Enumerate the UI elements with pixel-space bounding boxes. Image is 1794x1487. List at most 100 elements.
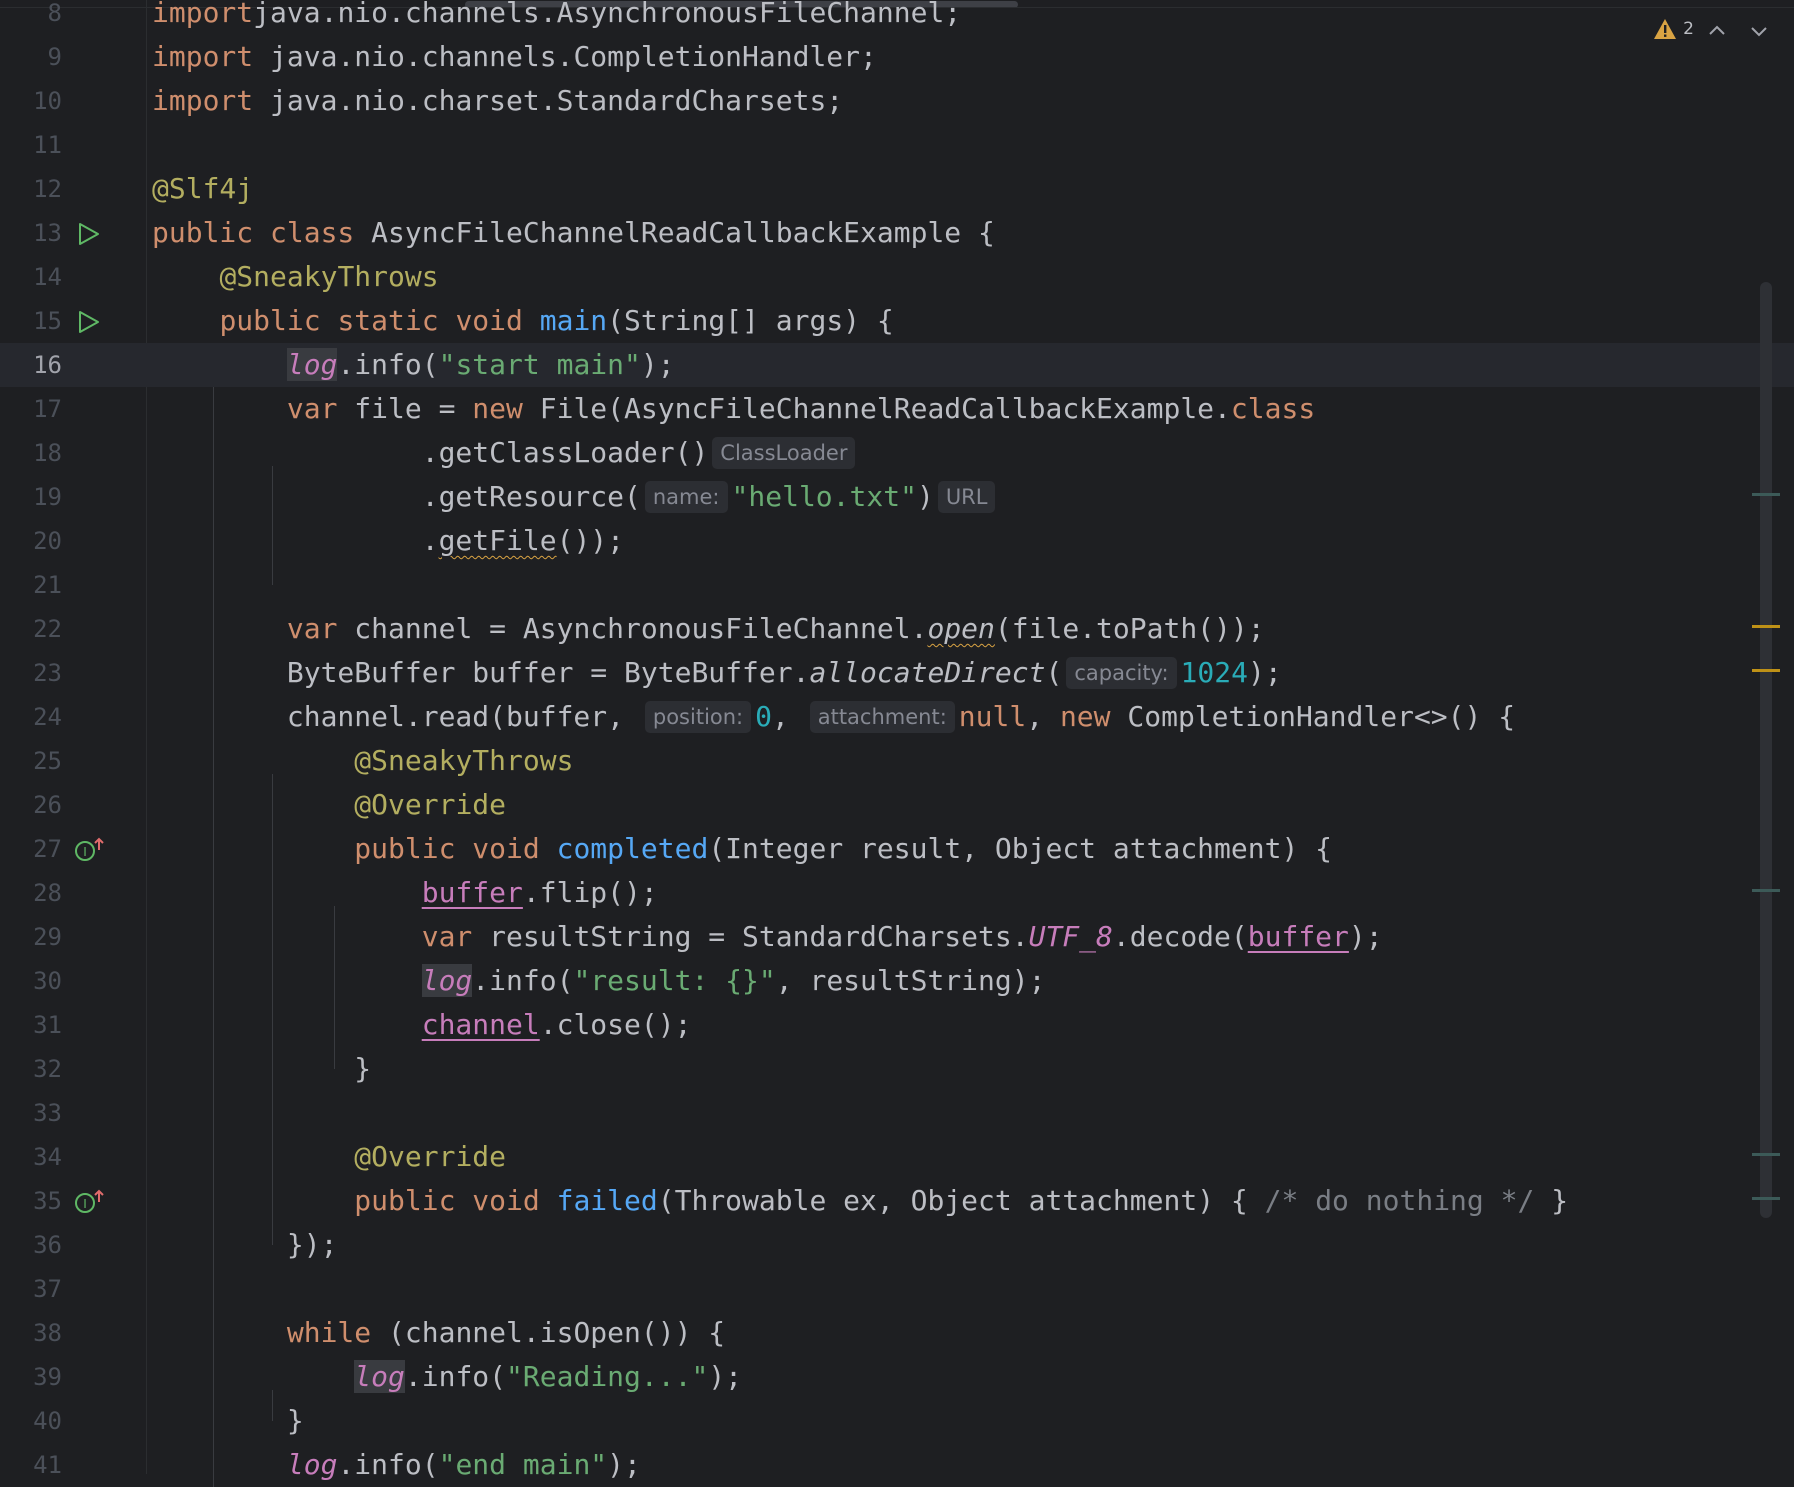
code-line[interactable]: 30 log.info("result: {}", resultString); [0, 959, 1794, 1003]
line-number[interactable]: 12 [0, 167, 62, 211]
code-line[interactable]: 10 import java.nio.charset.StandardCharse… [0, 79, 1794, 123]
error-stripe-mark[interactable] [1752, 1197, 1780, 1200]
line-code[interactable]: @Slf4j [152, 167, 253, 211]
code-line[interactable]: 11 [0, 123, 1794, 167]
code-line[interactable]: 29 var resultString = StandardCharsets.U… [0, 915, 1794, 959]
line-code[interactable]: channel.close(); [152, 1003, 692, 1047]
line-code[interactable]: public static void main(String[] args) { [152, 299, 893, 343]
code-line[interactable]: 36 }); [0, 1223, 1794, 1267]
implements-method-icon[interactable]: I [74, 1188, 104, 1216]
error-stripe-mark[interactable] [1752, 669, 1780, 672]
line-number[interactable]: 40 [0, 1399, 62, 1443]
line-number[interactable]: 16 [0, 343, 62, 387]
code-line[interactable]: 13 public class AsyncFileChannelReadCallb… [0, 211, 1794, 255]
line-code[interactable]: log.info("end main"); [152, 1443, 641, 1487]
line-code[interactable]: importjava.nio.channels.AsynchronousFile… [152, 0, 961, 35]
line-number[interactable]: 37 [0, 1267, 62, 1311]
code-editor[interactable]: 8 importjava.nio.channels.AsynchronousFil… [0, 0, 1794, 1487]
line-number[interactable]: 35 [0, 1179, 62, 1223]
line-number[interactable]: 8 [0, 0, 62, 35]
code-line[interactable]: 21 [0, 563, 1794, 607]
line-code[interactable]: .getResource(name: "hello.txt") URL [152, 475, 999, 519]
line-number[interactable]: 23 [0, 651, 62, 695]
code-line[interactable]: 20 .getFile()); [0, 519, 1794, 563]
line-code[interactable]: @Override [152, 1135, 506, 1179]
code-line[interactable]: 15 public static void main(String[] args… [0, 299, 1794, 343]
line-code[interactable]: @SneakyThrows [152, 739, 573, 783]
line-number[interactable]: 39 [0, 1355, 62, 1399]
code-line[interactable]: 14 @SneakyThrows [0, 255, 1794, 299]
code-line[interactable]: 16 log.info("start main"); [0, 343, 1794, 387]
line-number[interactable]: 21 [0, 563, 62, 607]
line-number[interactable]: 20 [0, 519, 62, 563]
line-code[interactable]: log.info("Reading..."); [152, 1355, 742, 1399]
line-code[interactable]: } [152, 1047, 371, 1091]
line-number[interactable]: 26 [0, 783, 62, 827]
code-line[interactable]: 41 log.info("end main"); [0, 1443, 1794, 1487]
code-line[interactable]: 33 [0, 1091, 1794, 1135]
code-line[interactable]: 22 var channel = AsynchronousFileChannel… [0, 607, 1794, 651]
code-line[interactable]: 25 @SneakyThrows [0, 739, 1794, 783]
line-number[interactable]: 9 [0, 35, 62, 79]
line-number[interactable]: 15 [0, 299, 62, 343]
code-line[interactable]: 9 import java.nio.channels.CompletionHand… [0, 35, 1794, 79]
implements-method-icon[interactable]: I [74, 836, 104, 864]
line-code[interactable]: while (channel.isOpen()) { [152, 1311, 725, 1355]
code-line[interactable]: 24 channel.read(buffer, position: 0, atta… [0, 695, 1794, 739]
code-line[interactable]: 23 ByteBuffer buffer = ByteBuffer.alloca… [0, 651, 1794, 695]
code-line[interactable]: 17 var file = new File(AsyncFileChannelR… [0, 387, 1794, 431]
code-line[interactable]: 18 .getClassLoader() ClassLoader [0, 431, 1794, 475]
code-line[interactable]: 19 .getResource(name: "hello.txt") URL [0, 475, 1794, 519]
line-code[interactable]: channel.read(buffer, position: 0, attachm… [152, 695, 1515, 739]
line-number[interactable]: 32 [0, 1047, 62, 1091]
line-number[interactable]: 28 [0, 871, 62, 915]
run-triangle-icon[interactable] [74, 220, 102, 248]
code-line[interactable]: 32 } [0, 1047, 1794, 1091]
line-number[interactable]: 18 [0, 431, 62, 475]
code-line[interactable]: 28 buffer.flip(); [0, 871, 1794, 915]
chevron-down-icon[interactable] [1748, 20, 1770, 42]
line-number[interactable]: 11 [0, 123, 62, 167]
inspection-widget[interactable]: 2 [1653, 18, 1694, 40]
line-number[interactable]: 24 [0, 695, 62, 739]
code-line[interactable]: 31 channel.close(); [0, 1003, 1794, 1047]
line-number[interactable]: 27 [0, 827, 62, 871]
error-stripe-mark[interactable] [1752, 889, 1780, 892]
code-line[interactable]: 40 } [0, 1399, 1794, 1443]
line-code[interactable]: .getClassLoader() ClassLoader [152, 431, 859, 475]
code-line[interactable]: 39 log.info("Reading..."); [0, 1355, 1794, 1399]
line-number[interactable]: 19 [0, 475, 62, 519]
line-code[interactable]: } [152, 1399, 304, 1443]
line-code[interactable]: import java.nio.channels.CompletionHandl… [152, 35, 877, 79]
line-number[interactable]: 14 [0, 255, 62, 299]
line-number[interactable]: 36 [0, 1223, 62, 1267]
code-line[interactable]: 34 @Override [0, 1135, 1794, 1179]
line-code[interactable]: @Override [152, 783, 506, 827]
line-number[interactable]: 41 [0, 1443, 62, 1487]
line-code[interactable]: import java.nio.charset.StandardCharsets… [152, 79, 843, 123]
line-code[interactable]: public void failed(Throwable ex, Object … [152, 1179, 1568, 1223]
line-number[interactable]: 13 [0, 211, 62, 255]
code-line[interactable]: 37 [0, 1267, 1794, 1311]
code-line[interactable]: 8 importjava.nio.channels.AsynchronousFil… [0, 0, 1794, 35]
line-number[interactable]: 10 [0, 79, 62, 123]
vertical-scrollbar[interactable] [1760, 282, 1772, 1218]
line-code[interactable]: var file = new File(AsyncFileChannelRead… [152, 387, 1315, 431]
line-code[interactable]: @SneakyThrows [152, 255, 438, 299]
code-line[interactable]: 27 I public void completed(Integer result… [0, 827, 1794, 871]
run-triangle-icon[interactable] [74, 308, 102, 336]
chevron-up-icon[interactable] [1706, 20, 1728, 42]
code-line[interactable]: 35 I public void failed(Throwable ex, Obj… [0, 1179, 1794, 1223]
line-code[interactable]: var resultString = StandardCharsets.UTF_… [152, 915, 1383, 959]
line-number[interactable]: 31 [0, 1003, 62, 1047]
line-code[interactable]: public void completed(Integer result, Ob… [152, 827, 1332, 871]
line-code[interactable]: log.info("result: {}", resultString); [152, 959, 1045, 1003]
error-stripe-mark[interactable] [1752, 1153, 1780, 1156]
line-code[interactable]: public class AsyncFileChannelReadCallbac… [152, 211, 995, 255]
line-code[interactable]: buffer.flip(); [152, 871, 658, 915]
line-number[interactable]: 34 [0, 1135, 62, 1179]
error-stripe-mark[interactable] [1752, 625, 1780, 628]
line-code[interactable]: var channel = AsynchronousFileChannel.op… [152, 607, 1265, 651]
line-number[interactable]: 25 [0, 739, 62, 783]
line-number[interactable]: 22 [0, 607, 62, 651]
